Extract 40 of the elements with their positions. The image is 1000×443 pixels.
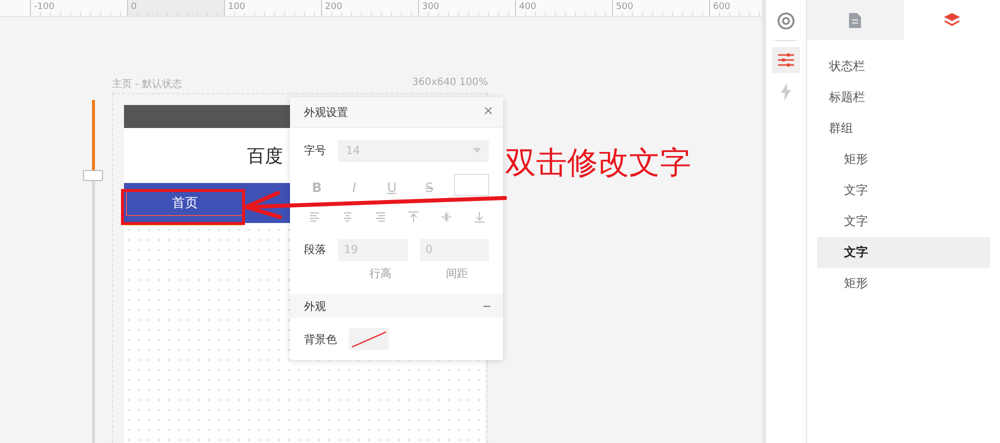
zoom-slider[interactable] <box>82 100 104 443</box>
layer-item[interactable]: 文字 <box>817 206 990 237</box>
background-color-swatch[interactable] <box>349 328 389 350</box>
layer-item[interactable]: 矩形 <box>817 144 990 175</box>
slider-handle[interactable] <box>83 170 103 182</box>
field-caption: 行高 <box>368 266 392 282</box>
caret-icon <box>473 148 481 153</box>
ruler: -100 0 100 200 300 400 500 600 <box>0 0 762 17</box>
align-left-icon <box>308 212 320 222</box>
layer-item[interactable]: 矩形 <box>817 268 990 299</box>
field-label: 背景色 <box>304 332 337 346</box>
layers-icon <box>944 13 960 27</box>
layer-item[interactable]: 文字 <box>817 175 990 206</box>
section-title: 外观 <box>304 298 326 314</box>
panel-title: 外观设置 <box>304 104 348 120</box>
align-middle-icon <box>440 210 452 222</box>
page-title: 百度 <box>247 144 283 168</box>
collapse-button[interactable]: − <box>482 298 491 314</box>
nav-item[interactable]: 首页 <box>126 190 244 216</box>
align-center-icon <box>342 212 352 222</box>
artboard-size: 360x640 100% <box>412 77 488 90</box>
tool-button[interactable] <box>772 47 800 73</box>
align-top-icon <box>408 210 418 222</box>
text-color-swatch[interactable] <box>454 174 490 196</box>
target-icon <box>777 12 795 30</box>
field-label: 字号 <box>304 143 326 158</box>
align-right-icon <box>374 212 386 222</box>
artboard-name: 主页 - 默认状态 <box>112 78 182 92</box>
layer-item[interactable]: 文字 <box>817 237 990 268</box>
document-icon <box>849 12 862 28</box>
sliders-icon <box>777 53 795 67</box>
bolt-icon <box>780 83 792 101</box>
align-bottom-icon <box>474 210 484 222</box>
sidebar-tab[interactable] <box>807 0 904 40</box>
annotation-text: 双击修改文字 <box>505 144 691 183</box>
field-caption: 间距 <box>444 266 469 282</box>
layer-item[interactable]: 状态栏 <box>817 51 990 82</box>
layer-item[interactable]: 群组 <box>817 113 990 144</box>
field-label: 段落 <box>304 242 326 257</box>
layer-item[interactable]: 标题栏 <box>817 82 990 113</box>
